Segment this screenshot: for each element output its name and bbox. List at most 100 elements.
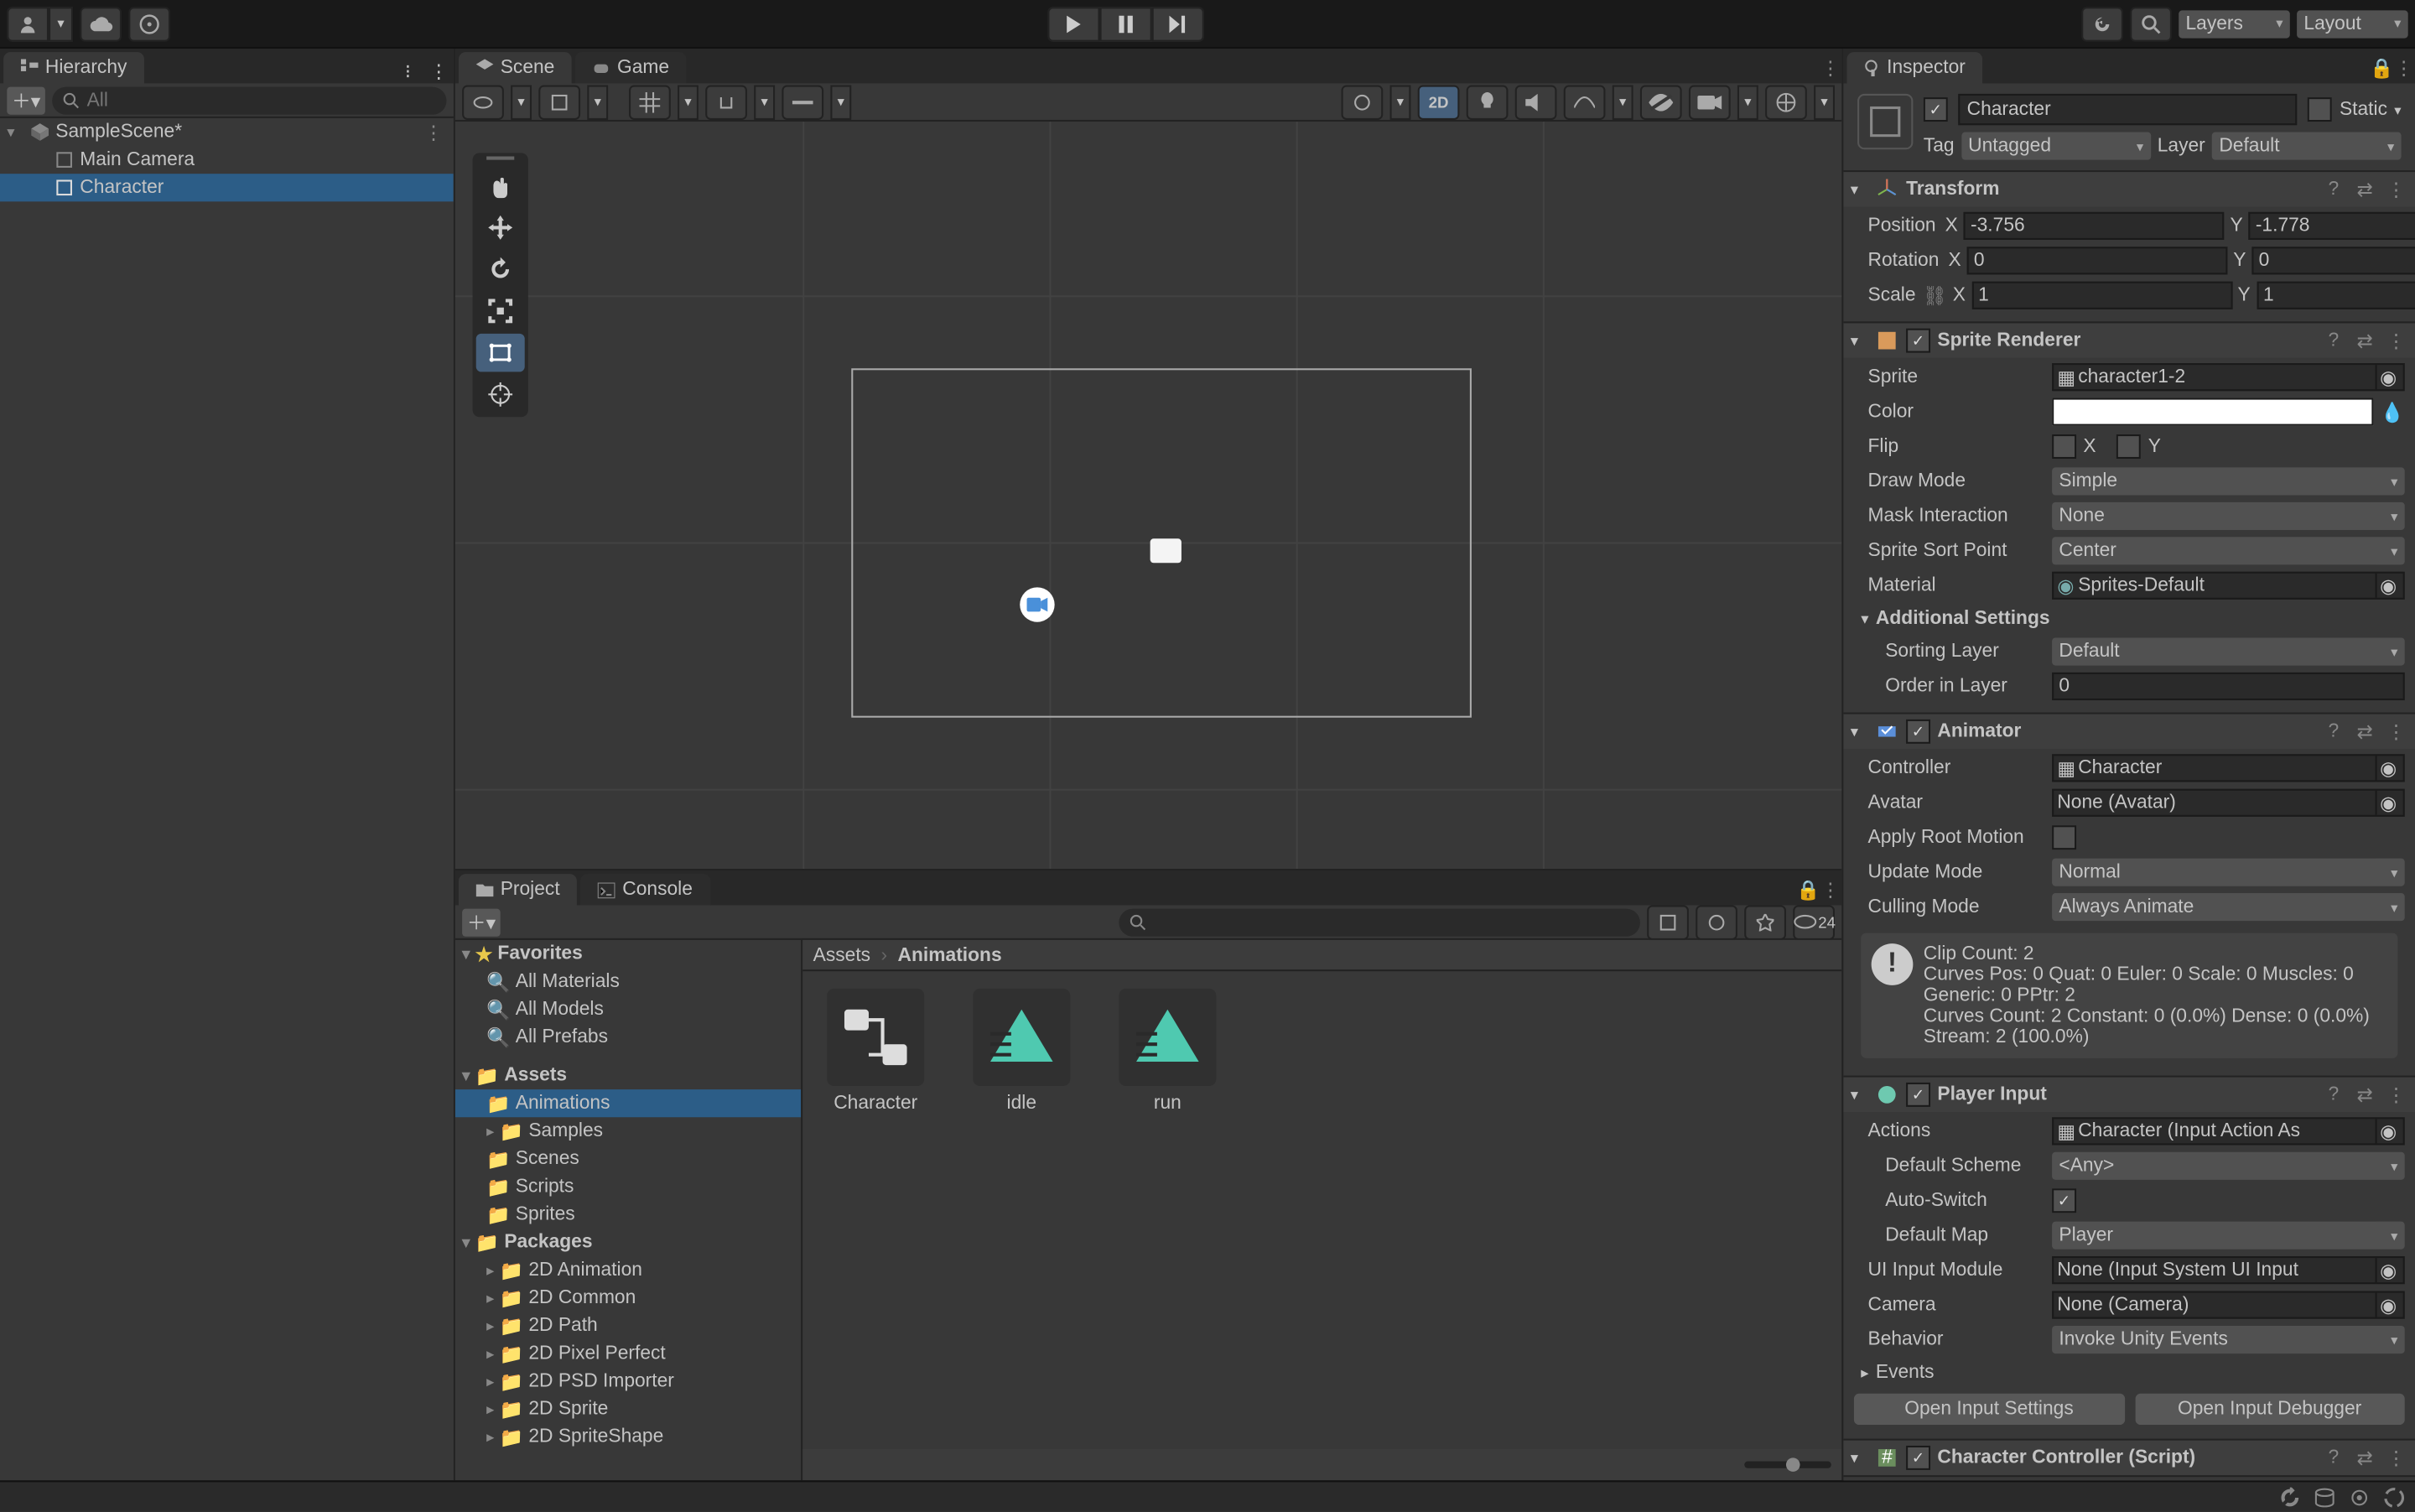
eyedropper-icon[interactable]: 💧: [2381, 401, 2405, 423]
component-header-transform[interactable]: ▾ Transform ? ⇄ ⋮: [1843, 172, 2415, 206]
component-header-player-input[interactable]: ▾ Player Input ? ⇄ ⋮: [1843, 1078, 2415, 1112]
hierarchy-item-main-camera[interactable]: Main Camera: [0, 146, 454, 174]
move-tool[interactable]: [476, 209, 525, 247]
preset-icon[interactable]: ⇄: [2352, 1446, 2376, 1470]
flip-x-checkbox[interactable]: [2052, 434, 2076, 459]
scene-shading-dd[interactable]: ▾: [587, 84, 608, 118]
scene-grid-toggle[interactable]: [629, 84, 671, 118]
asset-animator-controller[interactable]: Character: [820, 989, 932, 1114]
project-search-input[interactable]: [1154, 912, 1630, 933]
component-context-icon[interactable]: ⋮: [2384, 1446, 2408, 1470]
help-icon[interactable]: ?: [2321, 1083, 2345, 1107]
scene-increment-dd[interactable]: ▾: [830, 84, 851, 118]
breadcrumb-item[interactable]: Assets: [813, 944, 870, 965]
controller-object-field[interactable]: ▦Character◉: [2052, 754, 2405, 782]
static-toggle[interactable]: Static▾: [2309, 97, 2402, 122]
scene-fx-toggle[interactable]: [1564, 84, 1606, 118]
project-thumbnail-slider[interactable]: [1744, 1462, 1831, 1468]
preset-icon[interactable]: ⇄: [2352, 177, 2376, 201]
hierarchy-search-input[interactable]: [87, 90, 436, 111]
sprite-object-field[interactable]: ▦character1-2◉: [2052, 363, 2405, 391]
sortlayer-dropdown[interactable]: Default▾: [2052, 637, 2405, 665]
project-tree-pkg[interactable]: ▸📁2D Pixel Perfect: [455, 1339, 801, 1367]
updatemode-dropdown[interactable]: Normal▾: [2052, 859, 2405, 886]
view-tool[interactable]: [476, 167, 525, 205]
drawmode-dropdown[interactable]: Simple▾: [2052, 467, 2405, 495]
global-search-button[interactable]: [2130, 6, 2172, 40]
scene-fx-dd[interactable]: ▾: [1613, 84, 1633, 118]
account-button[interactable]: [7, 6, 49, 40]
transform-tool[interactable]: [476, 376, 525, 414]
help-icon[interactable]: ?: [2321, 177, 2345, 201]
tab-inspector[interactable]: Inspector: [1846, 52, 1982, 83]
preset-icon[interactable]: ⇄: [2352, 720, 2376, 744]
additional-settings-foldout[interactable]: ▾Additional Settings: [1854, 605, 2405, 632]
scene-audio-toggle[interactable]: [1515, 84, 1557, 118]
project-favorite-button[interactable]: [1744, 904, 1786, 938]
scene-gizmos-dd[interactable]: ▾: [1814, 84, 1835, 118]
object-picker-icon[interactable]: ◉: [2375, 1293, 2399, 1317]
pause-button[interactable]: [1100, 6, 1152, 40]
object-picker-icon[interactable]: ◉: [2375, 791, 2399, 815]
inspector-lock-icon[interactable]: 🔒: [2366, 54, 2391, 83]
hierarchy-create-button[interactable]: ＋▾: [7, 86, 45, 114]
project-tree-packages[interactable]: ▾📁Packages: [455, 1229, 801, 1256]
project-tree-favorites[interactable]: ▾★Favorites: [455, 940, 801, 968]
project-tree-pkg[interactable]: ▸📁2D SpriteShape: [455, 1423, 801, 1451]
help-icon[interactable]: ?: [2321, 1446, 2345, 1470]
component-header-character-controller[interactable]: ▾ # Character Controller (Script) ? ⇄ ⋮: [1843, 1441, 2415, 1475]
rect-tool[interactable]: [476, 334, 525, 372]
rotation-x[interactable]: [1966, 247, 2227, 274]
project-tree-samples[interactable]: ▸📁Samples: [455, 1117, 801, 1145]
object-picker-icon[interactable]: ◉: [2375, 1119, 2399, 1143]
project-grid[interactable]: Character idle run: [802, 971, 1841, 1449]
tag-dropdown[interactable]: Untagged▾: [1961, 132, 2151, 159]
sprite-renderer-enabled[interactable]: [1906, 329, 1930, 353]
account-dropdown[interactable]: ▾: [49, 6, 73, 40]
inspector-context-icon[interactable]: ⋮: [2391, 54, 2415, 83]
scene-shading-button[interactable]: [538, 84, 580, 118]
project-context-icon[interactable]: ⋮: [1817, 876, 1841, 905]
project-tree-pkg[interactable]: ▸📁2D Common: [455, 1284, 801, 1312]
events-foldout[interactable]: ▸Events: [1854, 1359, 2405, 1386]
scene-2d-toggle[interactable]: 2D: [1418, 84, 1460, 118]
hierarchy-scene-row[interactable]: ▾ SampleScene* ⋮: [0, 118, 454, 146]
cache-server-icon[interactable]: [2314, 1487, 2335, 1508]
component-header-sprite-renderer[interactable]: ▾ Sprite Renderer ? ⇄ ⋮: [1843, 323, 2415, 357]
object-picker-icon[interactable]: ◉: [2375, 1258, 2399, 1282]
component-context-icon[interactable]: ⋮: [2384, 177, 2408, 201]
tab-console[interactable]: Console: [581, 874, 710, 905]
rootmotion-checkbox[interactable]: [2052, 825, 2076, 850]
position-y[interactable]: [2248, 212, 2415, 240]
hierarchy-context-icon[interactable]: ⋮: [429, 61, 454, 84]
gameobject-header-icon[interactable]: [1857, 94, 1913, 149]
project-create-button[interactable]: ＋▾: [462, 908, 501, 936]
undo-history-button[interactable]: [2081, 6, 2123, 40]
gameobject-active-checkbox[interactable]: [1924, 97, 1948, 122]
asset-animation-clip[interactable]: idle: [966, 989, 1078, 1114]
project-tree-sprites[interactable]: 📁Sprites: [455, 1201, 801, 1229]
project-tree-all-models[interactable]: 🔍All Models: [455, 995, 801, 1023]
scene-light-probe[interactable]: [1342, 84, 1384, 118]
scene-light-probe-dd[interactable]: ▾: [1390, 84, 1411, 118]
camera-gizmo-icon[interactable]: [1020, 587, 1054, 621]
project-tree-scenes[interactable]: 📁Scenes: [455, 1145, 801, 1172]
sortpoint-dropdown[interactable]: Center▾: [2052, 537, 2405, 564]
gameobject-name-input[interactable]: [1958, 94, 2298, 125]
material-object-field[interactable]: ◉Sprites-Default◉: [2052, 572, 2405, 600]
version-control-button[interactable]: [128, 6, 170, 40]
project-tree-all-prefabs[interactable]: 🔍All Prefabs: [455, 1023, 801, 1051]
project-tree-animations[interactable]: 📁Animations: [455, 1089, 801, 1117]
autoswitch-checkbox[interactable]: [2052, 1188, 2076, 1213]
scale-x[interactable]: [1971, 282, 2232, 309]
object-picker-icon[interactable]: ◉: [2375, 574, 2399, 598]
preset-icon[interactable]: ⇄: [2352, 1083, 2376, 1107]
scheme-dropdown[interactable]: <Any>▾: [2052, 1152, 2405, 1180]
hierarchy-item-character[interactable]: Character: [0, 174, 454, 201]
scene-viewport[interactable]: [455, 122, 1841, 869]
layer-dropdown[interactable]: Default▾: [2212, 132, 2402, 159]
rotation-y[interactable]: [2251, 247, 2415, 274]
animator-enabled[interactable]: [1906, 720, 1930, 744]
scene-camera-button[interactable]: [1689, 84, 1731, 118]
project-tree-pkg[interactable]: ▸📁2D PSD Importer: [455, 1368, 801, 1395]
